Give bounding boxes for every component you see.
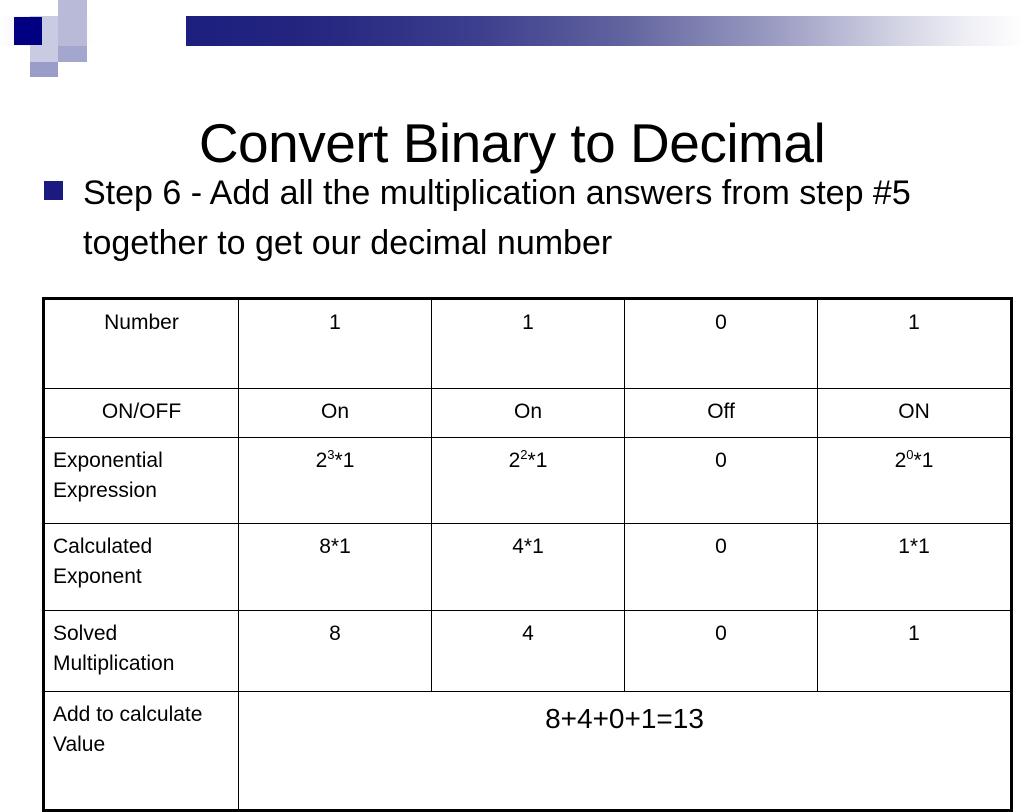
- cell-exponential-bit0: 20*1: [817, 437, 1012, 524]
- row-label-exponential-expression: Exponential Expression: [43, 437, 239, 524]
- table-row: ON/OFF On On Off ON: [43, 388, 1012, 438]
- ornament-square-1: [58, 0, 87, 16]
- table-row: Add to calculate Value 8+4+0+1=13: [43, 691, 1012, 811]
- cell-calculated-bit1: 0: [624, 523, 818, 611]
- cell-solved-bit3: 8: [238, 610, 432, 692]
- ornament-square-6: [30, 62, 58, 77]
- conversion-table-wrapper: Number 1 1 0 1 ON/OFF On On Off ON Expon…: [42, 297, 1013, 812]
- cell-exponential-bit2: 22*1: [431, 437, 625, 524]
- slide-header-ornament: [0, 0, 1024, 77]
- cell-onoff-bit0: ON: [817, 388, 1012, 438]
- binary-conversion-table: Number 1 1 0 1 ON/OFF On On Off ON Expon…: [42, 297, 1013, 812]
- cell-number-bit1: 0: [624, 298, 818, 389]
- ornament-square-5: [58, 46, 87, 62]
- page-title: Convert Binary to Decimal: [198, 111, 826, 174]
- table-row: Exponential Expression 23*1 22*1 0 20*1: [43, 437, 1012, 524]
- row-label-calculated-exponent: Calculated Exponent: [43, 523, 239, 611]
- ornament-square-4: [30, 46, 58, 62]
- cell-calculated-bit0: 1*1: [817, 523, 1012, 611]
- cell-solved-bit1: 0: [624, 610, 818, 692]
- row-label-solved-multiplication: Solved Multiplication: [43, 610, 239, 692]
- bullet-item: Step 6 - Add all the multiplication answ…: [44, 168, 974, 268]
- bullet-square-icon: [44, 181, 63, 200]
- cell-calculated-bit2: 4*1: [431, 523, 625, 611]
- cell-number-bit0: 1: [817, 298, 1012, 389]
- cell-exponential-bit1: 0: [624, 437, 818, 524]
- ornament-gradient-bar: [186, 16, 1024, 46]
- cell-solved-bit2: 4: [431, 610, 625, 692]
- table-row: Number 1 1 0 1: [43, 298, 1012, 389]
- cell-solved-bit0: 1: [817, 610, 1012, 692]
- ornament-square-3: [58, 16, 87, 46]
- row-label-onoff: ON/OFF: [43, 388, 239, 438]
- cell-onoff-bit3: On: [238, 388, 432, 438]
- cell-onoff-bit1: Off: [624, 388, 818, 438]
- table-row: Solved Multiplication 8 4 0 1: [43, 610, 1012, 692]
- cell-onoff-bit2: On: [431, 388, 625, 438]
- table-row: Calculated Exponent 8*1 4*1 0 1*1: [43, 523, 1012, 611]
- cell-calculated-bit3: 8*1: [238, 523, 432, 611]
- cell-total-sum: 8+4+0+1=13: [238, 691, 1012, 811]
- cell-number-bit3: 1: [238, 298, 432, 389]
- cell-exponential-bit3: 23*1: [238, 437, 432, 524]
- row-label-number: Number: [43, 298, 239, 389]
- ornament-square-navy: [14, 17, 42, 45]
- cell-number-bit2: 1: [431, 298, 625, 389]
- row-label-add-to-calculate-value: Add to calculate Value: [43, 691, 239, 811]
- bullet-text: Step 6 - Add all the multiplication answ…: [83, 174, 911, 262]
